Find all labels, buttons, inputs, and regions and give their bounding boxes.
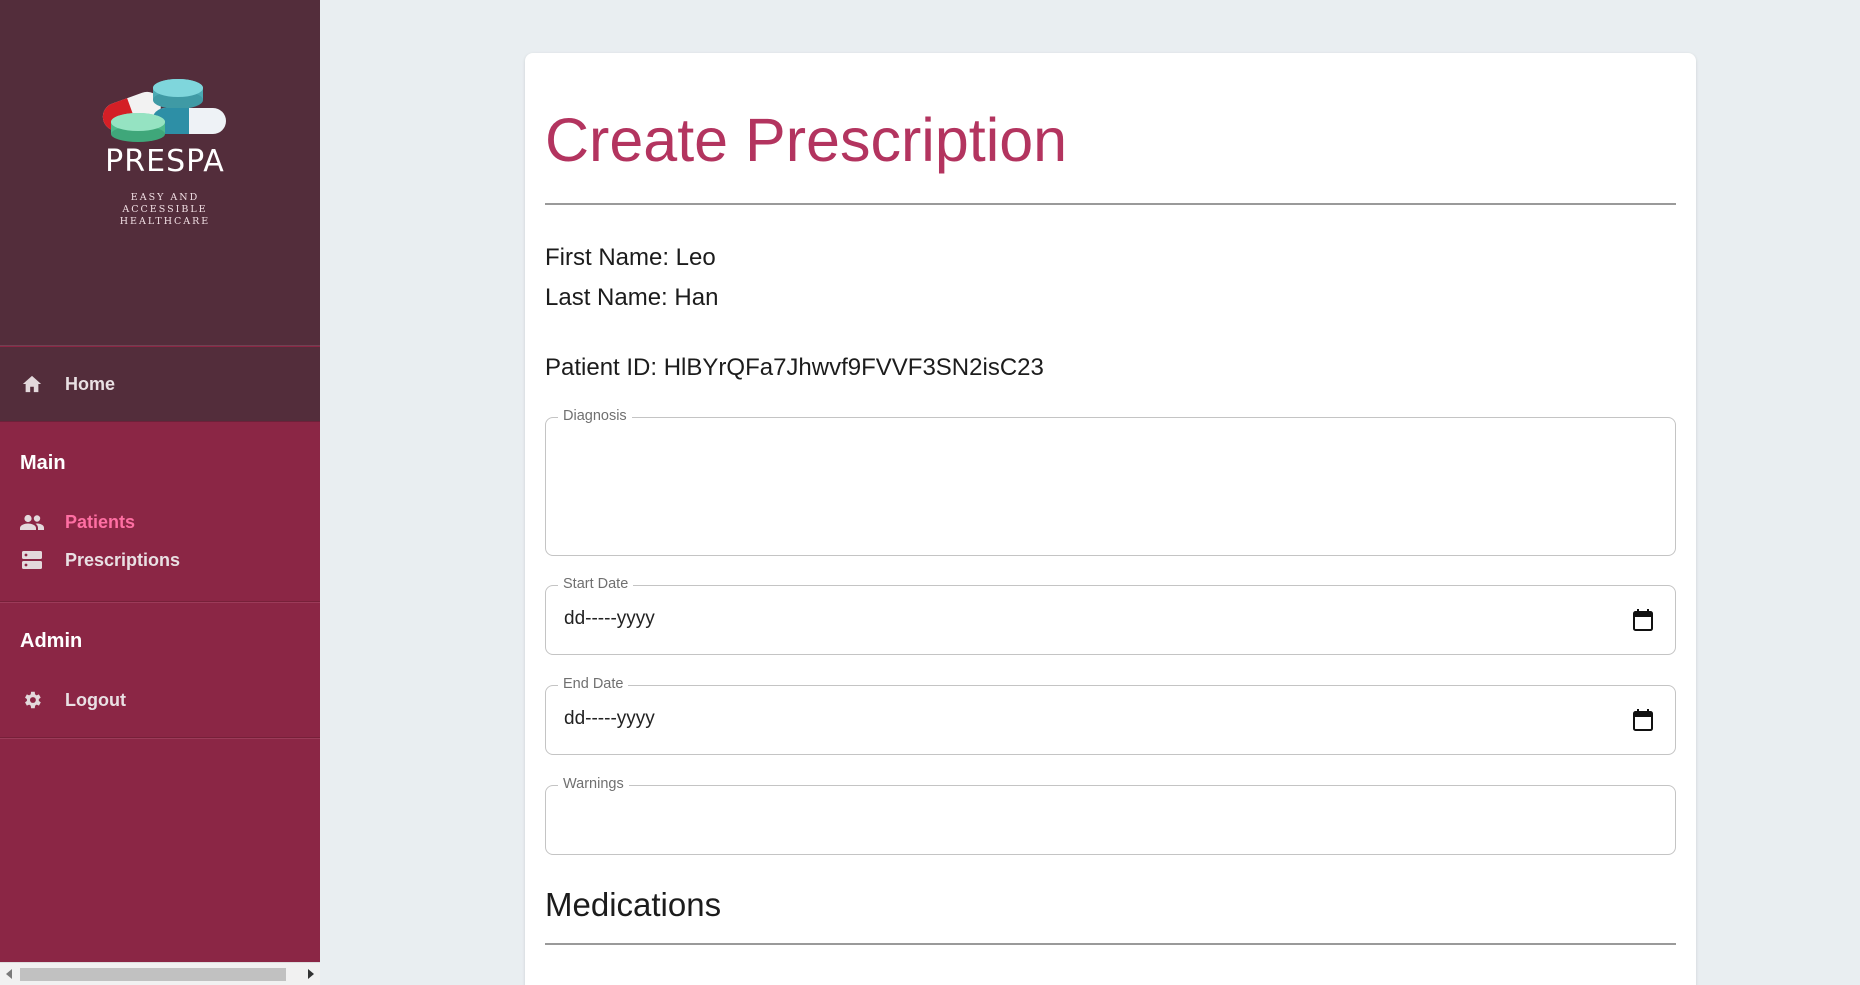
- sidebar-item-home[interactable]: Home: [0, 367, 320, 401]
- end-date-field[interactable]: End Date dd-----yyyy: [545, 676, 1676, 755]
- brand-name: PRESPA: [105, 144, 225, 179]
- medications-heading: Medications: [545, 886, 722, 923]
- section-title-main: Main: [20, 452, 66, 474]
- medications-divider: [545, 943, 1676, 945]
- storage-icon: [20, 548, 44, 572]
- end-date-label: End Date: [558, 676, 629, 692]
- patient-last-name: Last Name: Han: [545, 284, 719, 311]
- calendar-icon[interactable]: [1633, 709, 1653, 731]
- sidebar-item-label: Logout: [65, 689, 126, 710]
- prescription-form-card: Create Prescription First Name: Leo Last…: [525, 53, 1696, 985]
- sidebar-divider: [0, 737, 320, 739]
- sidebar-item-label: Prescriptions: [65, 549, 181, 570]
- sidebar-horizontal-scrollbar[interactable]: [0, 962, 320, 985]
- calendar-icon[interactable]: [1633, 609, 1653, 631]
- diagnosis-field[interactable]: Diagnosis: [545, 408, 1676, 556]
- home-icon: [20, 372, 44, 396]
- title-divider: [545, 203, 1676, 205]
- start-date-label: Start Date: [558, 576, 634, 592]
- scroll-right-arrow-icon[interactable]: [308, 969, 314, 979]
- patient-id: Patient ID: HlBYrQFa7Jhwvf9FVVF3SN2isC23: [545, 354, 1044, 381]
- sidebar-item-label: Home: [65, 373, 116, 394]
- start-date-value: dd-----yyyy: [564, 608, 655, 629]
- start-date-field[interactable]: Start Date dd-----yyyy: [545, 576, 1676, 655]
- sidebar: PRESPA EASY AND ACCESSIBLE HEALTHCARE Ho…: [0, 0, 320, 985]
- brand-logo: PRESPA EASY AND ACCESSIBLE HEALTHCARE: [90, 74, 240, 227]
- section-title-admin: Admin: [20, 630, 83, 652]
- patient-first-name: First Name: Leo: [545, 244, 716, 271]
- diagnosis-label: Diagnosis: [558, 408, 632, 424]
- sidebar-item-label: Patients: [65, 511, 136, 532]
- brand-tagline: EASY AND ACCESSIBLE HEALTHCARE: [90, 192, 240, 228]
- scrollbar-thumb[interactable]: [20, 968, 286, 981]
- people-icon: [20, 510, 44, 534]
- warnings-field[interactable]: Warnings: [545, 776, 1676, 855]
- home-row: Home: [0, 347, 320, 422]
- sidebar-item-logout[interactable]: Logout: [0, 683, 320, 717]
- warnings-label: Warnings: [558, 776, 629, 792]
- sidebar-item-prescriptions[interactable]: Prescriptions: [0, 543, 320, 577]
- tagline-line-1: EASY AND ACCESSIBLE: [122, 192, 208, 215]
- scroll-left-arrow-icon[interactable]: [6, 969, 12, 979]
- pills-icon: [102, 79, 226, 142]
- end-date-value: dd-----yyyy: [564, 708, 655, 729]
- page-title: Create Prescription: [545, 106, 1068, 174]
- sidebar-item-patients[interactable]: Patients: [0, 505, 320, 539]
- tagline-line-2: HEALTHCARE: [119, 216, 211, 227]
- gear-icon: [20, 688, 44, 712]
- sidebar-divider: [0, 601, 320, 603]
- logo-area: PRESPA EASY AND ACCESSIBLE HEALTHCARE: [0, 0, 320, 346]
